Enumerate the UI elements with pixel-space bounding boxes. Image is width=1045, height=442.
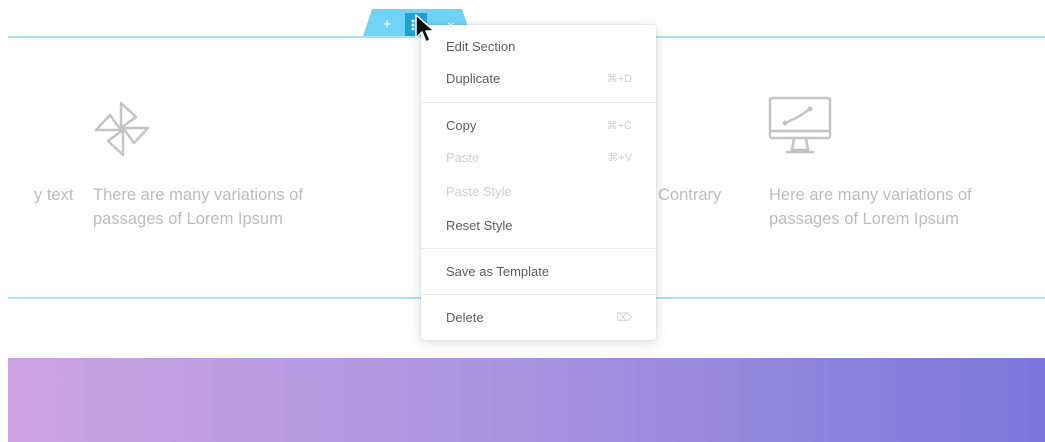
menu-item-label: Delete: [446, 310, 484, 325]
mouse-cursor-icon: [415, 14, 435, 43]
menu-item-paste-style[interactable]: Paste Style: [421, 177, 656, 207]
menu-item-label: Duplicate: [446, 71, 501, 86]
menu-item-label: Paste Style: [446, 184, 512, 199]
menu-item-reset-style[interactable]: Reset Style: [421, 211, 656, 241]
feature-text-2-line1: Here are many variations of: [769, 186, 972, 204]
menu-item-edit-section[interactable]: Edit Section: [421, 32, 656, 62]
menu-item-label: Copy: [446, 118, 477, 133]
menu-item-paste[interactable]: Paste ⌘+V: [421, 143, 656, 173]
menu-separator: [421, 248, 656, 249]
feature-text-1: There are many variations of passages of…: [93, 183, 303, 231]
menu-item-copy[interactable]: Copy ⌘+C: [421, 111, 656, 141]
context-menu: Edit Section Duplicate ⌘+D Copy ⌘+C Past…: [421, 25, 656, 340]
menu-item-label: Save as Template: [446, 264, 550, 279]
menu-item-label: Edit Section: [446, 39, 516, 54]
menu-separator: [421, 294, 656, 295]
menu-item-save-as-template[interactable]: Save as Template: [421, 257, 656, 287]
menu-item-label: Reset Style: [446, 218, 513, 233]
feature-text-partial-right: Contrary: [658, 186, 722, 204]
menu-item-delete[interactable]: Delete ⌦: [421, 303, 656, 333]
feature-text-partial-left: y text: [34, 186, 74, 204]
menu-item-shortcut: ⌘+V: [607, 152, 632, 164]
gradient-section: [8, 358, 1045, 442]
menu-item-shortcut: ⌘+D: [606, 73, 632, 85]
menu-separator: [421, 102, 656, 103]
monitor-chart-icon: [768, 96, 832, 154]
menu-item-label: Paste: [446, 150, 480, 165]
feature-text-1-line1: There are many variations of: [93, 186, 304, 204]
menu-item-duplicate[interactable]: Duplicate ⌘+D: [421, 64, 656, 94]
pinwheel-icon: [94, 101, 150, 157]
add-section-button[interactable]: +: [377, 15, 397, 35]
feature-text-1-line2: passages of Lorem Ipsum: [93, 210, 283, 228]
menu-item-shortcut: ⌘+C: [606, 120, 632, 132]
feature-text-2: Here are many variations of passages of …: [769, 183, 972, 231]
menu-item-shortcut: ⌦: [616, 312, 632, 324]
feature-text-2-line2: passages of Lorem Ipsum: [769, 210, 959, 228]
